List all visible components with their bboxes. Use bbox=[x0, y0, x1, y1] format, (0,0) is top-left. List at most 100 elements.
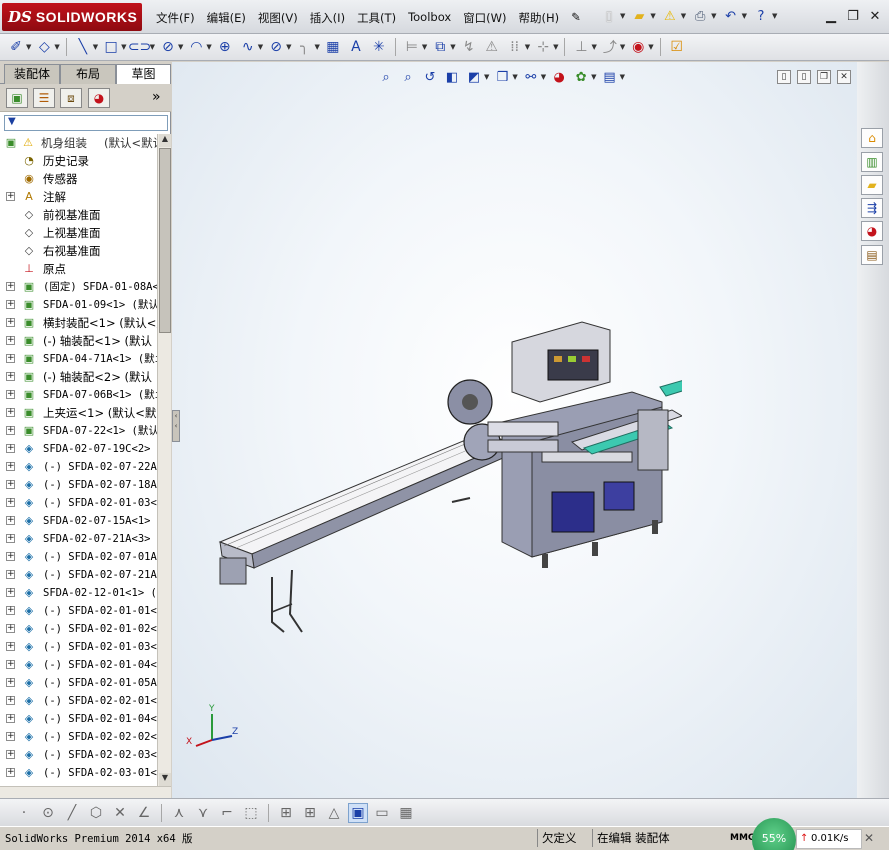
mirror-icon[interactable]: ⚠ bbox=[482, 37, 502, 57]
menu-tools[interactable]: 工具(T) bbox=[351, 8, 402, 28]
line-icon[interactable]: ╱ bbox=[62, 803, 82, 823]
custom-properties-icon[interactable]: ▤ bbox=[861, 245, 883, 265]
expand-toggle-icon[interactable]: + bbox=[6, 192, 15, 201]
tab-layout[interactable]: 布局 bbox=[60, 64, 116, 84]
packaging-machine-model[interactable] bbox=[212, 292, 682, 642]
tree-item[interactable]: + ◈ (-) SFDA-02-03-01<1 bbox=[0, 764, 157, 782]
grid-snap-icon[interactable]: ⊞ bbox=[276, 803, 296, 823]
expand-toggle-icon[interactable]: + bbox=[6, 390, 15, 399]
tree-item[interactable]: ◇ 上视基准面 bbox=[0, 224, 157, 242]
tree-item[interactable]: + ◈ (-) SFDA-02-07-18A< bbox=[0, 476, 157, 494]
linear-pattern-icon[interactable]: ⁞⁞ bbox=[505, 37, 525, 57]
tree-item[interactable]: + ◈ SFDA-02-12-01<1> (默 bbox=[0, 584, 157, 602]
expand-toggle-icon[interactable]: + bbox=[6, 300, 15, 309]
hidden-lines-icon[interactable]: ▭ bbox=[372, 803, 392, 823]
chevron-down-icon[interactable]: ▼ bbox=[650, 12, 655, 20]
expand-toggle-icon[interactable]: + bbox=[6, 750, 15, 759]
chevron-down-icon[interactable]: ▼ bbox=[121, 43, 126, 51]
expand-toggle-icon[interactable]: + bbox=[6, 696, 15, 705]
menu-edit[interactable]: 编辑(E) bbox=[201, 8, 252, 28]
angle-icon[interactable]: ∠ bbox=[134, 803, 154, 823]
dimension-icon[interactable]: ⋏ bbox=[169, 803, 189, 823]
repair-sketch-icon[interactable]: ⤴ bbox=[600, 37, 620, 57]
expand-toggle-icon[interactable]: + bbox=[6, 678, 15, 687]
expand-toggle-icon[interactable]: + bbox=[6, 570, 15, 579]
ellipse-icon[interactable]: ⊘ bbox=[266, 37, 286, 57]
expand-toggle-icon[interactable]: + bbox=[6, 606, 15, 615]
chevron-down-icon[interactable]: ▼ bbox=[54, 43, 59, 51]
wireframe-icon[interactable]: ▦ bbox=[396, 803, 416, 823]
expand-toggle-icon[interactable]: + bbox=[6, 768, 15, 777]
rectangle-icon[interactable]: □ bbox=[101, 37, 121, 57]
chevron-down-icon[interactable]: ▼ bbox=[591, 73, 596, 81]
chevron-down-icon[interactable]: ▼ bbox=[648, 43, 653, 51]
expand-toggle-icon[interactable]: + bbox=[6, 552, 15, 561]
tree-item[interactable]: + ▣ (固定) SFDA-01-08A< bbox=[0, 278, 157, 296]
tree-item[interactable]: ◉ 传感器 bbox=[0, 170, 157, 188]
expand-toggle-icon[interactable]: + bbox=[6, 462, 15, 471]
close-widget-icon[interactable]: ✕ bbox=[864, 831, 874, 845]
rebuild-warning-icon[interactable]: ⚠ bbox=[661, 7, 679, 25]
chevron-down-icon[interactable]: ▼ bbox=[178, 43, 183, 51]
tree-item[interactable]: + ▣ SFDA-01-09<1> (默认 bbox=[0, 296, 157, 314]
chevron-down-icon[interactable]: ▼ bbox=[512, 73, 517, 81]
point-icon[interactable]: · bbox=[14, 803, 34, 823]
expand-toggle-icon[interactable]: + bbox=[6, 372, 15, 381]
expand-toggle-icon[interactable]: + bbox=[6, 336, 15, 345]
viewport-close-icon[interactable]: ✕ bbox=[837, 70, 851, 84]
relation-icon[interactable]: ⋎ bbox=[193, 803, 213, 823]
zoom-to-fit-icon[interactable]: ⌕ bbox=[377, 68, 395, 86]
chevron-down-icon[interactable]: ▼ bbox=[620, 73, 625, 81]
display-relations-icon[interactable]: ⊥ bbox=[571, 37, 591, 57]
chevron-down-icon[interactable]: ▼ bbox=[286, 43, 291, 51]
new-document-icon[interactable]: ▯ bbox=[600, 7, 618, 25]
tree-item[interactable]: ⊥ 原点 bbox=[0, 260, 157, 278]
print-icon[interactable]: ⎙ bbox=[691, 7, 709, 25]
chevron-down-icon[interactable]: ▼ bbox=[93, 43, 98, 51]
polygon-icon[interactable]: ⬡ bbox=[86, 803, 106, 823]
file-explorer-icon[interactable]: ▰ bbox=[861, 175, 883, 195]
tree-item[interactable]: + ◈ (-) SFDA-02-01-04<2 bbox=[0, 710, 157, 728]
split-left-icon[interactable]: ▯ bbox=[777, 70, 791, 84]
expand-toggle-icon[interactable]: + bbox=[6, 732, 15, 741]
chevron-down-icon[interactable]: ▼ bbox=[620, 12, 625, 20]
angle-snap-icon[interactable]: △ bbox=[324, 803, 344, 823]
chevron-down-icon[interactable]: ▼ bbox=[553, 43, 558, 51]
corner-icon[interactable]: ⌐ bbox=[217, 803, 237, 823]
appearances-icon[interactable]: ◕ bbox=[861, 221, 883, 241]
split-right-icon[interactable]: ▯ bbox=[797, 70, 811, 84]
spline-icon[interactable]: ∿ bbox=[238, 37, 258, 57]
chevron-down-icon[interactable]: ▼ bbox=[541, 73, 546, 81]
tree-item[interactable]: ◇ 右视基准面 bbox=[0, 242, 157, 260]
tree-filter[interactable]: ▼ bbox=[4, 115, 168, 131]
chevron-down-icon[interactable]: ▼ bbox=[150, 43, 155, 51]
design-library-icon[interactable]: ▥ bbox=[861, 152, 883, 172]
chevron-down-icon[interactable]: ▼ bbox=[711, 12, 716, 20]
tree-item[interactable]: + ▣ SFDA-07-06B<1> (默i bbox=[0, 386, 157, 404]
line-icon[interactable]: ╲ bbox=[73, 37, 93, 57]
apply-scene-icon[interactable]: ✿ bbox=[572, 68, 590, 86]
edit-appearance-icon[interactable]: ◕ bbox=[550, 68, 568, 86]
tree-item[interactable]: + ▣ 横封装配<1> (默认<默 bbox=[0, 314, 157, 332]
solidworks-logo[interactable]: DS SOLIDWORKS bbox=[2, 3, 142, 31]
pin-icon[interactable]: ✎ bbox=[565, 8, 587, 28]
tree-item[interactable]: + ◈ (-) SFDA-02-02-03<1 bbox=[0, 746, 157, 764]
chevron-down-icon[interactable]: ▼ bbox=[525, 43, 530, 51]
tree-item[interactable]: + A 注解 bbox=[0, 188, 157, 206]
configuration-manager-icon[interactable]: ⧈ bbox=[60, 88, 82, 108]
tree-item[interactable]: + ◈ (-) SFDA-02-07-21A< bbox=[0, 566, 157, 584]
expand-toggle-icon[interactable]: + bbox=[6, 444, 15, 453]
filter-icon[interactable]: ▼ bbox=[8, 116, 16, 127]
menu-toolbox[interactable]: Toolbox bbox=[402, 8, 457, 28]
zoom-to-area-icon[interactable]: ⌕ bbox=[399, 68, 417, 86]
bounding-box-icon[interactable]: ⬚ bbox=[241, 803, 261, 823]
expand-toggle-icon[interactable]: + bbox=[6, 534, 15, 543]
close-icon[interactable]: ✕ bbox=[865, 7, 885, 25]
tab-assembly[interactable]: 装配体 bbox=[4, 64, 60, 84]
chevron-down-icon[interactable]: ▼ bbox=[26, 43, 31, 51]
open-folder-icon[interactable]: ▰ bbox=[630, 7, 648, 25]
view-palette-icon[interactable]: ⇶ bbox=[861, 198, 883, 218]
chevron-down-icon[interactable]: ▼ bbox=[681, 12, 686, 20]
panel-collapse-handle[interactable]: ‹ ‹ bbox=[172, 410, 180, 442]
arc-icon[interactable]: ◠ bbox=[186, 37, 206, 57]
